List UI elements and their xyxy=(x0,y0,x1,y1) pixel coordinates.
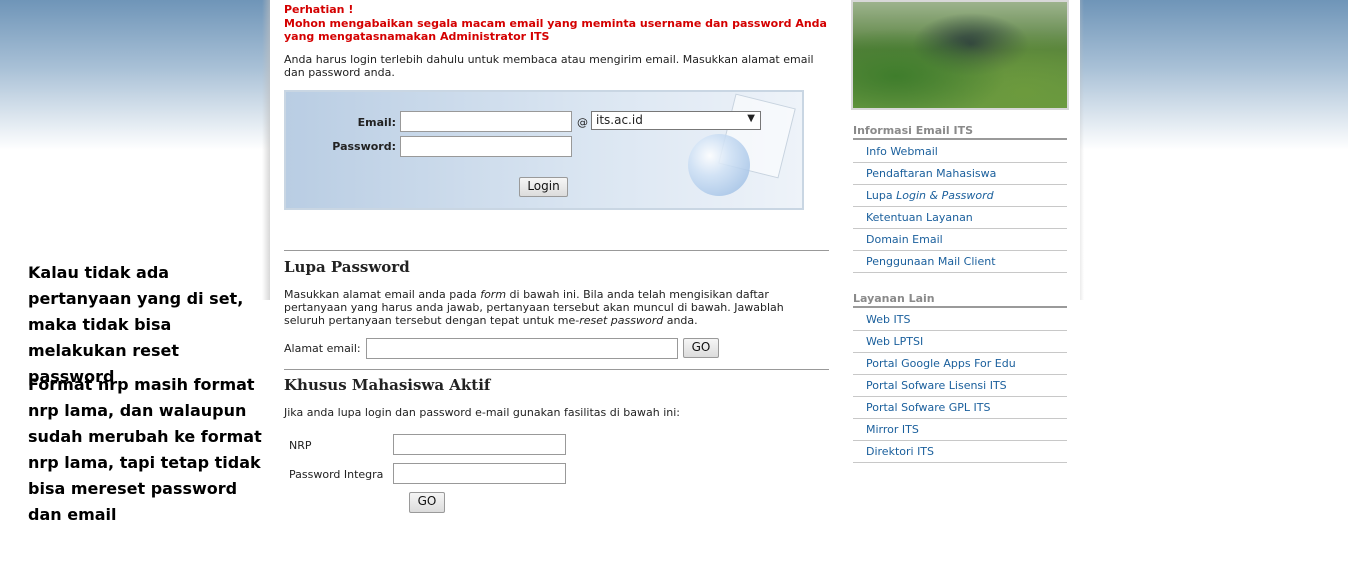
sidebar-item-label: Lupa xyxy=(866,189,897,202)
login-button[interactable]: Login xyxy=(519,177,568,197)
sidebar-item-web-its[interactable]: Web ITS xyxy=(853,309,1067,331)
sidebar-item-sofware-gpl[interactable]: Portal Sofware GPL ITS xyxy=(853,397,1067,419)
sidebar-item-web-lptsi[interactable]: Web LPTSI xyxy=(853,331,1067,353)
sidebar-item-google-apps[interactable]: Portal Google Apps For Edu xyxy=(853,353,1067,375)
warning-title: Perhatian ! xyxy=(284,3,354,16)
campus-photo xyxy=(851,0,1069,110)
warning-body: Mohon mengabaikan segala macam email yan… xyxy=(284,17,827,43)
sidebar-item-lupa-login[interactable]: Lupa Login & Password xyxy=(853,185,1067,207)
password-field[interactable] xyxy=(400,136,572,157)
sidebar-links-informasi: Info Webmail Pendaftaran Mahasiswa Lupa … xyxy=(853,141,1067,273)
sidebar-item-label-italic: Login & Password xyxy=(896,189,994,202)
sidebar-section-title: Layanan Lain xyxy=(853,292,1067,308)
khusus-mahasiswa-title: Khusus Mahasiswa Aktif xyxy=(284,376,491,394)
domain-select-value: its.ac.id xyxy=(596,113,643,127)
annotation-nrp-format: Format nrp masih format nrp lama, dan wa… xyxy=(28,375,262,524)
nrp-field[interactable] xyxy=(393,434,566,455)
lupa-desc-part: anda. xyxy=(663,314,698,327)
password-integra-label: Password Integra xyxy=(289,468,384,481)
sidebar-item-sofware-lisensi[interactable]: Portal Sofware Lisensi ITS xyxy=(853,375,1067,397)
password-label: Password: xyxy=(332,140,396,153)
alamat-email-label: Alamat email: xyxy=(284,342,361,355)
globe-icon xyxy=(688,134,750,196)
sidebar-item-ketentuan-layanan[interactable]: Ketentuan Layanan xyxy=(853,207,1067,229)
domain-select[interactable]: its.ac.id ▼ xyxy=(591,111,761,130)
sidebar-item-info-webmail[interactable]: Info Webmail xyxy=(853,141,1067,163)
lupa-password-go-button[interactable]: GO xyxy=(683,338,719,358)
email-label: Email: xyxy=(357,116,396,129)
lupa-password-title: Lupa Password xyxy=(284,258,410,276)
dropdown-arrow-icon: ▼ xyxy=(747,113,755,124)
khusus-mahasiswa-description: Jika anda lupa login dan password e-mail… xyxy=(284,406,680,419)
khusus-go-button[interactable]: GO xyxy=(409,492,445,513)
sidebar-links-layanan: Web ITS Web LPTSI Portal Google Apps For… xyxy=(853,309,1067,463)
login-form: Email: @ its.ac.id ▼ Password: Login xyxy=(284,90,804,210)
sidebar-section-title: Informasi Email ITS xyxy=(853,124,1067,140)
at-sign: @ xyxy=(577,116,588,129)
lupa-desc-part: Masukkan alamat email anda pada xyxy=(284,288,481,301)
page-shadow-left xyxy=(262,0,270,300)
email-field[interactable] xyxy=(400,111,572,132)
alamat-email-field[interactable] xyxy=(366,338,678,359)
divider xyxy=(284,369,829,370)
login-intro: Anda harus login terlebih dahulu untuk m… xyxy=(284,53,814,79)
sidebar-item-direktori-its[interactable]: Direktori ITS xyxy=(853,441,1067,463)
sidebar-item-pendaftaran-mahasiswa[interactable]: Pendaftaran Mahasiswa xyxy=(853,163,1067,185)
lupa-desc-form: form xyxy=(480,288,507,301)
nrp-label: NRP xyxy=(289,439,312,452)
lupa-password-description: Masukkan alamat email anda pada form di … xyxy=(284,288,804,327)
divider xyxy=(284,250,829,251)
password-integra-field[interactable] xyxy=(393,463,566,484)
sidebar-item-mail-client[interactable]: Penggunaan Mail Client xyxy=(853,251,1067,273)
annotation-no-question: Kalau tidak ada pertanyaan yang di set, … xyxy=(28,263,244,386)
lupa-desc-reset: reset password xyxy=(579,314,664,327)
sidebar-item-domain-email[interactable]: Domain Email xyxy=(853,229,1067,251)
sidebar-item-mirror-its[interactable]: Mirror ITS xyxy=(853,419,1067,441)
